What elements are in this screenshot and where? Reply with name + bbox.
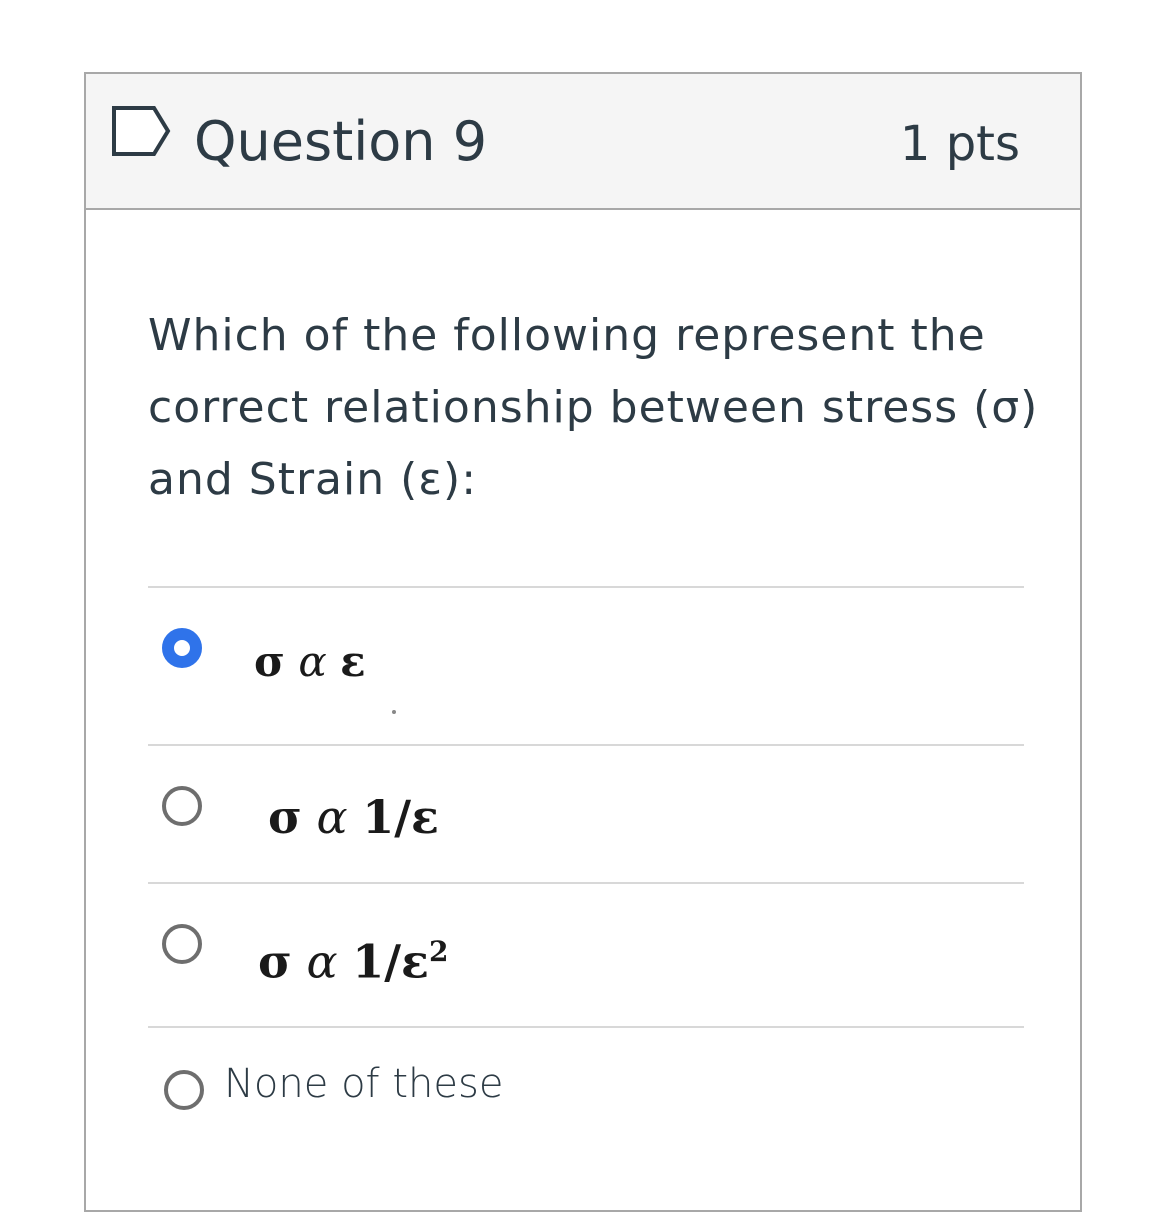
formula-rhs: 1/ε: [362, 790, 440, 844]
answer-label: None of these: [224, 1061, 504, 1107]
sigma-symbol: σ: [268, 790, 302, 844]
question-points: 1 pts: [899, 116, 1020, 172]
flag-outline-icon[interactable]: [110, 104, 172, 158]
radio-button[interactable]: [162, 924, 202, 964]
sigma-symbol: σ: [254, 637, 285, 686]
answer-option-3[interactable]: σ α 1/ε2: [148, 884, 1024, 1004]
alpha-symbol: α: [316, 790, 348, 844]
answer-option-4[interactable]: None of these: [148, 1028, 1024, 1148]
answer-formula-2: σ α 1/ε: [268, 790, 439, 844]
alpha-symbol: α: [298, 637, 327, 686]
answer-option-1[interactable]: σ α ε: [148, 588, 1024, 714]
question-title: Question 9: [194, 110, 488, 173]
radio-button[interactable]: [164, 1070, 204, 1110]
question-card: Question 9 1 pts Which of the following …: [84, 72, 1082, 1212]
formula-rhs: ε: [340, 637, 366, 686]
sigma-symbol: σ: [258, 934, 292, 989]
alpha-symbol: α: [306, 934, 338, 989]
radio-button[interactable]: [162, 786, 202, 826]
question-header: Question 9 1 pts: [86, 74, 1080, 210]
answer-option-2[interactable]: σ α 1/ε: [148, 746, 1024, 866]
image-artifact: [392, 710, 396, 714]
radio-button-selected[interactable]: [162, 628, 202, 668]
formula-superscript: 2: [429, 935, 449, 968]
formula-rhs: 1/ε: [352, 934, 430, 989]
answer-formula-1: σ α ε: [254, 638, 366, 686]
answer-formula-3: σ α 1/ε2: [258, 924, 449, 989]
question-text: Which of the following represent the cor…: [148, 310, 1039, 505]
